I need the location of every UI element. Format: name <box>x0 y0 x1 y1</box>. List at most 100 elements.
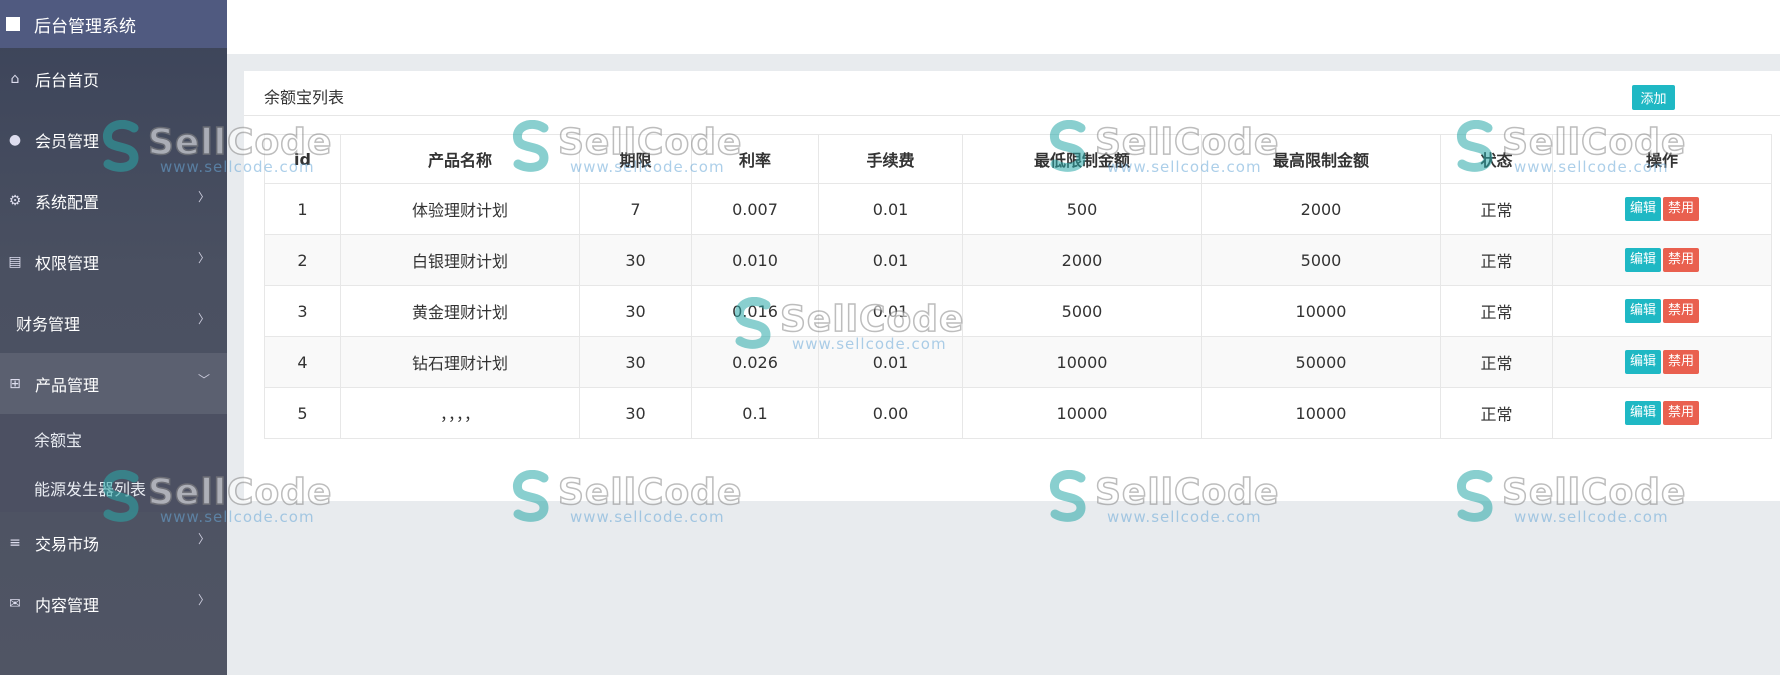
gears-icon: ⚙ <box>8 192 22 209</box>
edit-button[interactable]: 编辑 <box>1624 197 1661 221</box>
table-cell: 正常 <box>1440 285 1553 337</box>
table-cell: 10000 <box>1201 285 1441 337</box>
edit-button[interactable]: 编辑 <box>1624 401 1661 425</box>
actions-cell: 编辑 禁用 <box>1552 285 1772 337</box>
table-cell: 2 <box>264 234 341 286</box>
sidebar-item-label: 系统配置 <box>35 192 100 212</box>
home-icon: ⌂ <box>10 70 20 87</box>
table-cell: 0.01 <box>818 336 963 388</box>
sidebar: 后台管理系统 ⌂ 后台首页 ● 会员管理 ⚙ 系统配置〉 ▤ 权限管理〉财务管理〉 ⊞ 产品管理 ﹀… <box>0 0 227 675</box>
product-table: id 产品名称 期限 利率 手续费 最低限制金额 最高限制金额 状态 操作 1 体验理财计划 7 0.… <box>264 134 1772 439</box>
actions-cell: 编辑 禁用 <box>1552 234 1772 286</box>
sidebar-item[interactable]: ⊞ 产品管理 ﹀ <box>0 353 227 414</box>
sidebar-item[interactable]: ▤ 权限管理 〉 <box>0 231 227 292</box>
actions-cell: 编辑 禁用 <box>1552 183 1772 235</box>
submenu-item[interactable]: 能源发生器列表 <box>0 463 227 512</box>
edit-button[interactable]: 编辑 <box>1624 248 1661 272</box>
windows-icon: ⊞ <box>9 375 21 392</box>
table-cell: 黄金理财计划 <box>340 285 580 337</box>
user-icon: ● <box>8 131 22 148</box>
table-row: 2 白银理财计划 30 0.010 0.01 2000 5000 正常 编辑 禁用 <box>264 234 1772 286</box>
table-cell: 3 <box>264 285 341 337</box>
table-cell: 5000 <box>1201 234 1441 286</box>
table-cell: 4 <box>264 336 341 388</box>
table-cell: 体验理财计划 <box>340 183 580 235</box>
table-cell: 白银理财计划 <box>340 234 580 286</box>
actions-cell: 编辑 禁用 <box>1552 387 1772 439</box>
submenu: 余额宝 能源发生器列表 <box>0 414 227 512</box>
watermark-url: www.sellcode.com <box>570 508 725 526</box>
table-row: 1 体验理财计划 7 0.007 0.01 500 2000 正常 编辑 禁用 <box>264 183 1772 235</box>
table-cell: 30 <box>579 234 692 286</box>
table-cell: 0.010 <box>691 234 819 286</box>
table-cell: 0.016 <box>691 285 819 337</box>
sidebar-item-label: 权限管理 <box>35 253 100 273</box>
table-cell: 50000 <box>1201 336 1441 388</box>
edit-button[interactable]: 编辑 <box>1624 299 1661 323</box>
disable-button[interactable]: 禁用 <box>1663 248 1700 272</box>
submenu-item[interactable]: 余额宝 <box>0 414 227 463</box>
table-cell: 0.01 <box>818 183 963 235</box>
page-title: 余额宝列表 <box>264 88 345 107</box>
top-bar <box>227 0 1780 54</box>
table-cell: 正常 <box>1440 336 1553 388</box>
sidebar-item-label: 财务管理 <box>16 314 81 334</box>
column-header: 手续费 <box>818 134 963 184</box>
table-cell: 正常 <box>1440 234 1553 286</box>
column-header: id <box>264 134 341 184</box>
table-cell: 正常 <box>1440 387 1553 439</box>
disable-button[interactable]: 禁用 <box>1663 197 1700 221</box>
table-cell: 0.01 <box>818 285 963 337</box>
table-cell: 1 <box>264 183 341 235</box>
disable-button[interactable]: 禁用 <box>1663 401 1700 425</box>
table-cell: 30 <box>579 285 692 337</box>
sidebar-item[interactable]: ≡ 交易市场 〉 <box>0 512 227 573</box>
envelope-icon: ✉ <box>9 595 21 612</box>
sidebar-item[interactable]: 财务管理 〉 <box>0 292 227 353</box>
add-button[interactable]: 添加 <box>1632 85 1675 110</box>
table-cell: 0.026 <box>691 336 819 388</box>
logo-square-icon <box>6 17 20 31</box>
watermark-url: www.sellcode.com <box>1514 508 1669 526</box>
disable-button[interactable]: 禁用 <box>1663 350 1700 374</box>
table-cell: 30 <box>579 336 692 388</box>
table-cell: 正常 <box>1440 183 1553 235</box>
sidebar-item-label: 产品管理 <box>35 375 100 395</box>
table-cell: 0.007 <box>691 183 819 235</box>
table-cell: 10000 <box>962 387 1202 439</box>
table-cell: 0.01 <box>818 234 963 286</box>
column-header: 期限 <box>579 134 692 184</box>
sidebar-item[interactable]: ⌂ 后台首页 <box>0 48 227 109</box>
table-header-row: id 产品名称 期限 利率 手续费 最低限制金额 最高限制金额 状态 操作 <box>264 134 1772 184</box>
sidebar-item[interactable]: ⚙ 系统配置 〉 <box>0 170 227 231</box>
table-cell: 5000 <box>962 285 1202 337</box>
chevron-right-icon: 〉 <box>197 312 210 326</box>
table-cell: 0.1 <box>691 387 819 439</box>
table-cell: 2000 <box>1201 183 1441 235</box>
sidebar-item-label: 会员管理 <box>35 131 100 151</box>
nav-list: ⌂ 后台首页 ● 会员管理 ⚙ 系统配置〉 ▤ 权限管理〉财务管理〉 ⊞ 产品管理 ﹀ 余额宝 能源发生… <box>0 48 227 634</box>
sidebar-item[interactable]: ● 会员管理 <box>0 109 227 170</box>
table-cell: ，，，， <box>340 387 580 439</box>
sidebar-item-label: 内容管理 <box>35 595 100 615</box>
table-cell: 500 <box>962 183 1202 235</box>
sidebar-item[interactable]: ✉ 内容管理 〉 <box>0 573 227 634</box>
table-cell: 0.00 <box>818 387 963 439</box>
brand-title: 后台管理系统 <box>34 16 136 37</box>
chevron-right-icon: 〉 <box>197 532 210 546</box>
panel-header: 余额宝列表 添加 <box>244 71 1780 116</box>
edit-button[interactable]: 编辑 <box>1624 350 1661 374</box>
server-icon: ▤ <box>8 253 22 270</box>
table-cell: 钻石理财计划 <box>340 336 580 388</box>
column-header: 最低限制金额 <box>962 134 1202 184</box>
column-header: 最高限制金额 <box>1201 134 1441 184</box>
brand[interactable]: 后台管理系统 <box>0 0 227 48</box>
chevron-right-icon: 〉 <box>197 251 210 265</box>
table-row: 3 黄金理财计划 30 0.016 0.01 5000 10000 正常 编辑 禁用 <box>264 285 1772 337</box>
column-header: 操作 <box>1552 134 1772 184</box>
sidebar-item-label: 后台首页 <box>35 70 100 90</box>
chevron-right-icon: 〉 <box>197 190 210 204</box>
table-cell: 2000 <box>962 234 1202 286</box>
sidebar-item-label: 交易市场 <box>35 534 100 554</box>
disable-button[interactable]: 禁用 <box>1663 299 1700 323</box>
